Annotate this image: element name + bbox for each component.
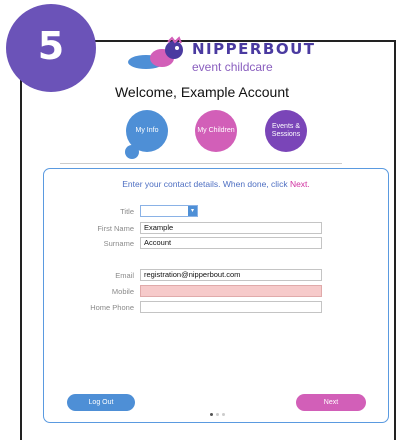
divider xyxy=(60,163,342,164)
first-name-field[interactable]: Example xyxy=(140,222,322,234)
nav-my-info-label: My Info xyxy=(135,127,159,134)
page-dot xyxy=(216,413,219,416)
form-instructions: Enter your contact details. When done, c… xyxy=(44,179,388,189)
mobile-field[interactable] xyxy=(140,285,322,297)
first-name-label: First Name xyxy=(97,224,134,233)
log-out-button[interactable]: Log Out xyxy=(67,394,135,411)
nav-events-sessions[interactable]: Events & Sessions xyxy=(265,110,307,152)
current-step-indicator xyxy=(125,145,139,159)
surname-label: Surname xyxy=(103,239,134,248)
brand-name: NIPPERBOUT xyxy=(192,40,316,58)
page-dot xyxy=(210,413,213,416)
home-phone-label: Home Phone xyxy=(90,303,134,312)
title-label: Title xyxy=(120,207,134,216)
page-indicator xyxy=(210,413,225,416)
nav-my-children-label: My Children xyxy=(197,127,235,134)
chevron-down-icon[interactable]: ▾ xyxy=(188,206,197,216)
title-select[interactable]: ▾ xyxy=(140,205,198,217)
surname-field[interactable]: Account xyxy=(140,237,322,249)
instruction-next-word: Next. xyxy=(289,179,310,189)
brand-tagline: event childcare xyxy=(192,60,273,74)
email-label: Email xyxy=(115,271,134,280)
mobile-label: Mobile xyxy=(111,287,134,296)
brand-logo: NIPPERBOUT event childcare xyxy=(126,36,316,80)
next-button[interactable]: Next xyxy=(296,394,366,411)
home-phone-field[interactable] xyxy=(140,301,322,313)
step-number: 5 xyxy=(37,24,65,68)
step-number-badge: 5 xyxy=(6,4,96,92)
email-field[interactable]: registration@nipperbout.com xyxy=(140,269,322,281)
contact-details-form: Enter your contact details. When done, c… xyxy=(43,168,389,423)
instruction-text: Enter your contact details. When done, c… xyxy=(122,179,290,189)
nav-events-sessions-label: Events & Sessions xyxy=(271,123,301,138)
nav-my-children[interactable]: My Children xyxy=(195,110,237,152)
page-dot xyxy=(222,413,225,416)
bird-logo-icon xyxy=(128,36,183,69)
